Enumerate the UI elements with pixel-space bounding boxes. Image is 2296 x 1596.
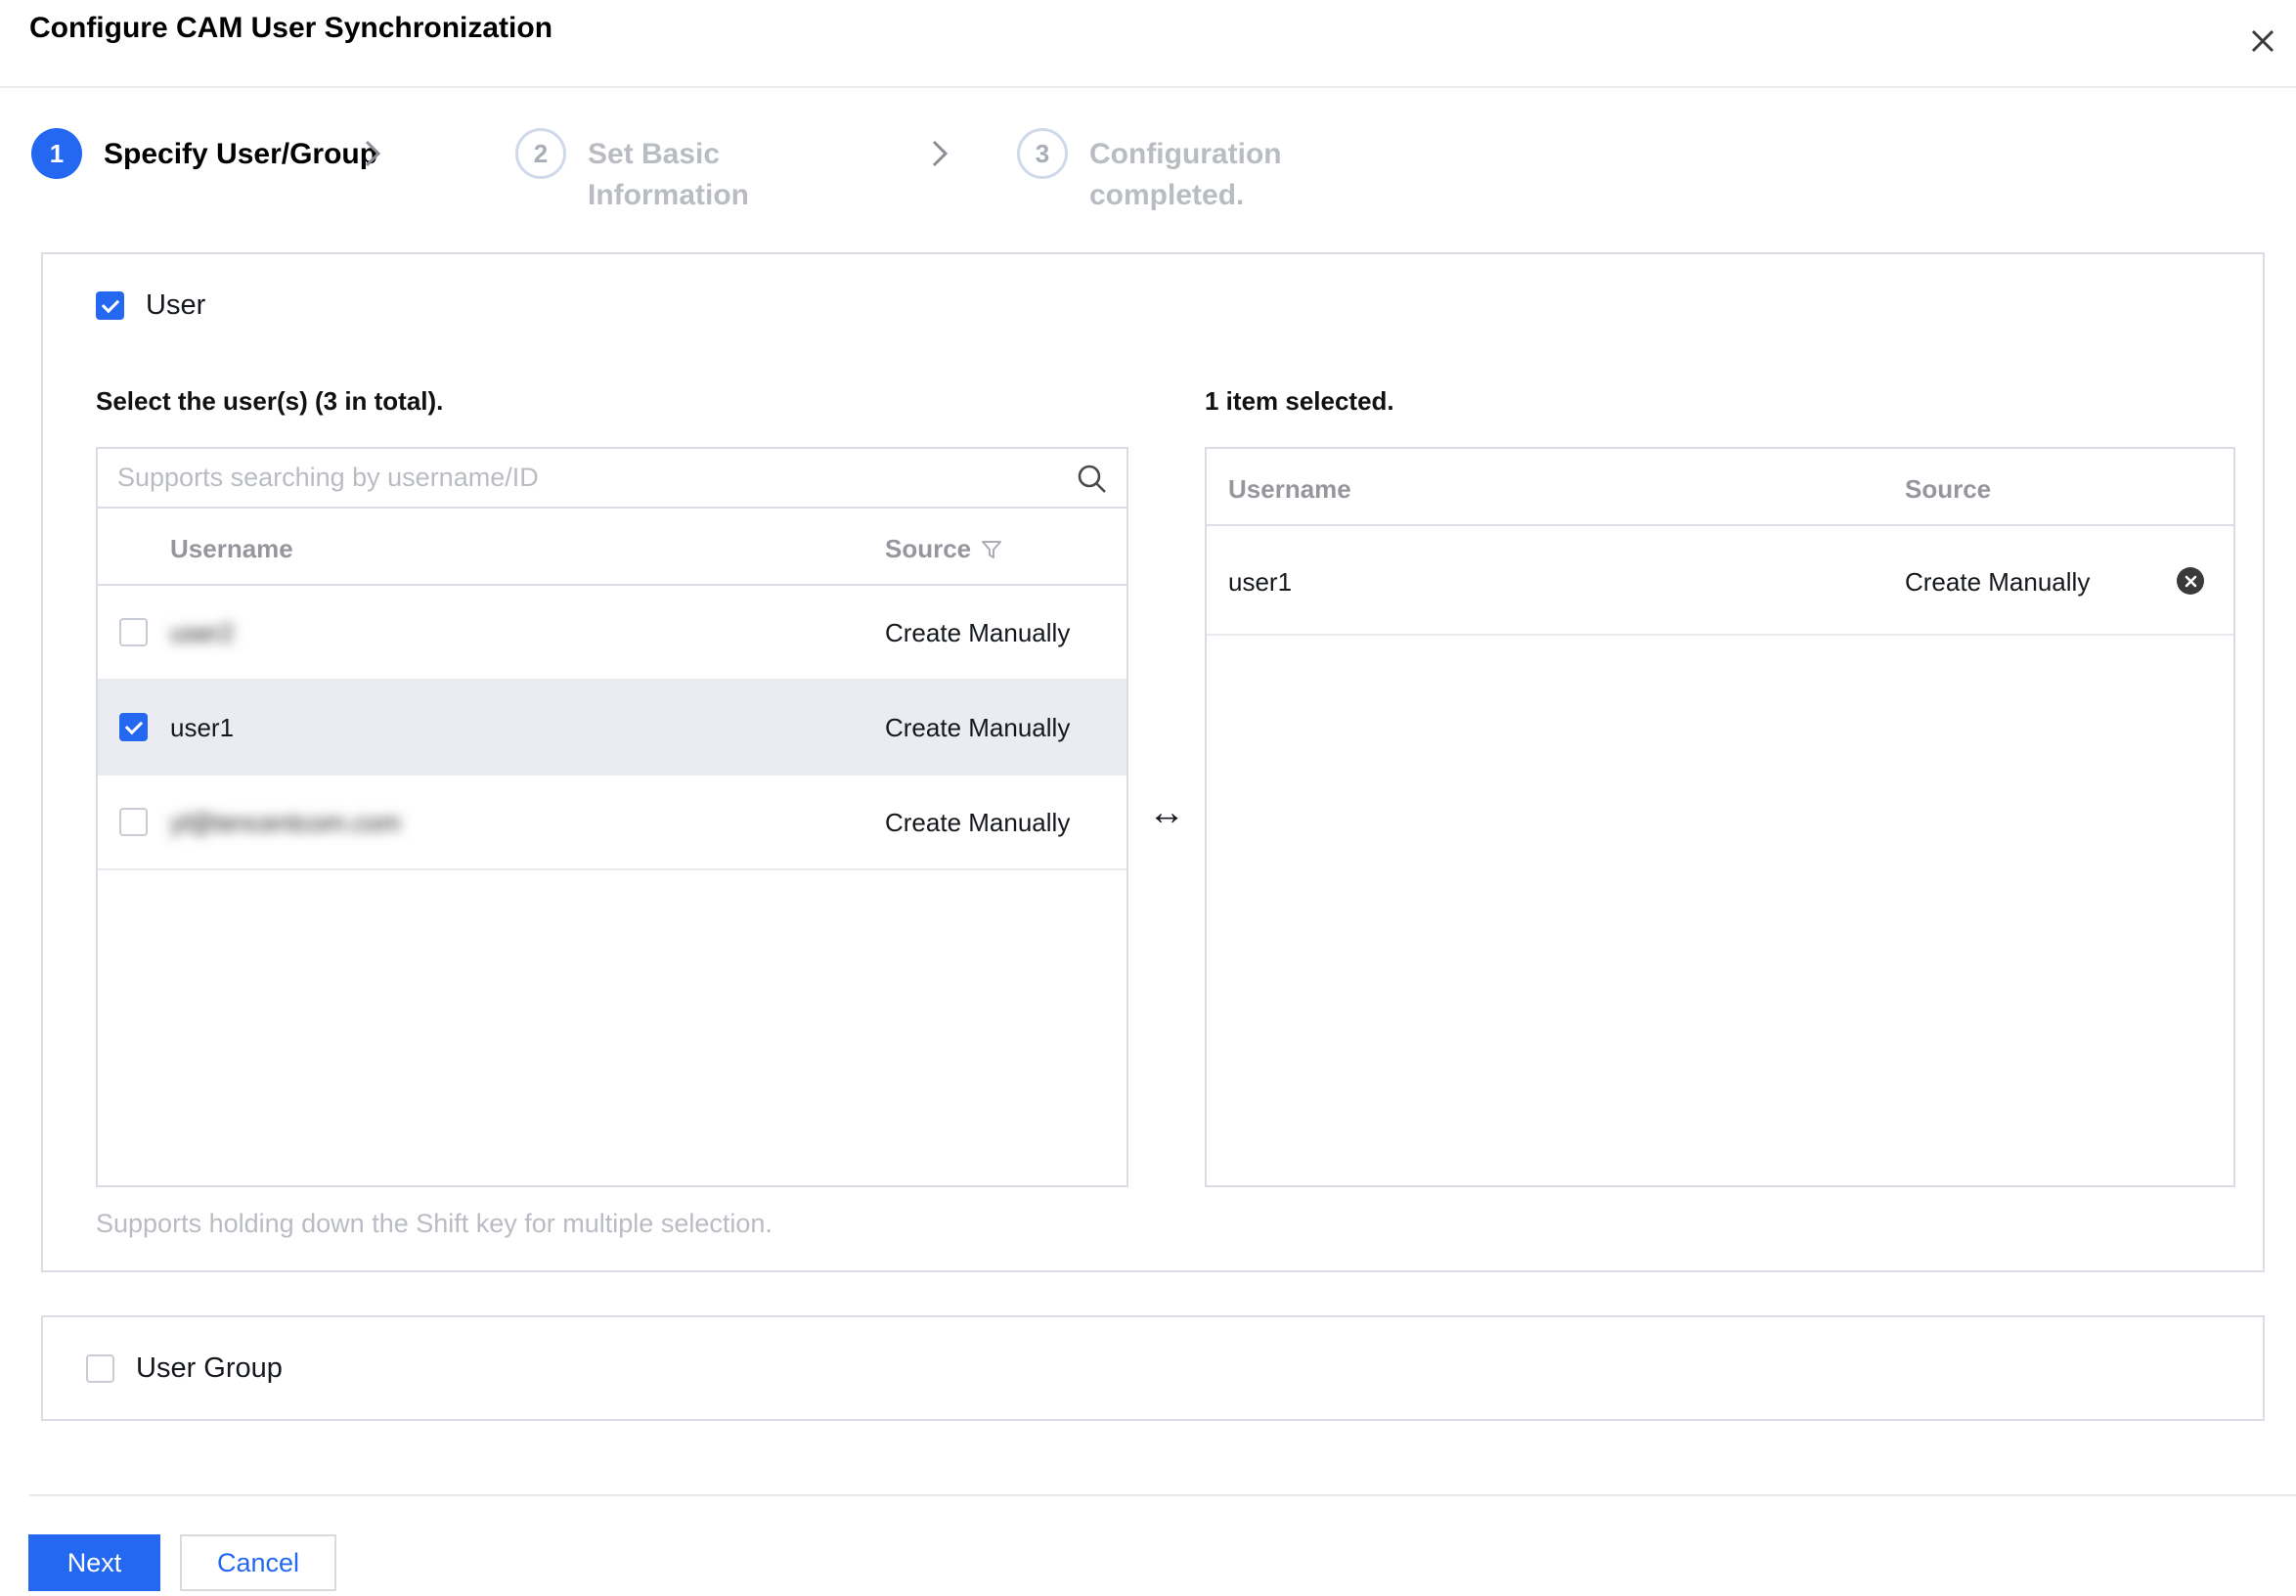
filter-icon[interactable] — [981, 540, 1002, 559]
table-row: user1 Create Manually — [1207, 526, 2233, 636]
selected-items-title: 1 item selected. — [1205, 386, 2235, 417]
row-checkbox[interactable] — [119, 713, 148, 741]
source-cell: Create Manually — [885, 808, 1070, 838]
available-users-list: Username Source user2 Create Manually — [96, 447, 1128, 1187]
source-cell: Create Manually — [885, 618, 1070, 648]
available-users-header: Username Source — [98, 509, 1126, 586]
user-group-section-panel: User Group — [41, 1315, 2265, 1421]
username-column-header: Username — [1228, 474, 1351, 505]
search-icon[interactable] — [1076, 463, 1109, 501]
step-1-number: 1 — [31, 128, 82, 179]
configure-cam-user-sync-modal: Configure CAM User Synchronization 1 Spe… — [0, 0, 2296, 1596]
search-input[interactable] — [98, 449, 1126, 507]
empty-list-area — [1207, 636, 2233, 1185]
username-cell: user1 — [1228, 567, 1292, 598]
step-1-specify-user-group: 1 Specify User/Group — [31, 128, 377, 179]
stepper: 1 Specify User/Group 2 Set Basic Informa… — [0, 88, 2296, 235]
modal-title: Configure CAM User Synchronization — [29, 12, 552, 45]
username-cell: yl@tencentcom.com — [170, 808, 401, 838]
step-chevron-icon — [364, 139, 381, 173]
selected-users-list: Username Source user1 Create Manually — [1205, 447, 2235, 1187]
row-checkbox[interactable] — [119, 618, 148, 646]
table-row[interactable]: user2 Create Manually — [98, 586, 1126, 681]
close-icon — [2250, 28, 2275, 54]
next-button[interactable]: Next — [28, 1534, 160, 1591]
step-3-configuration-completed: 3 Configuration completed. — [1017, 128, 1304, 216]
row-checkbox[interactable] — [119, 808, 148, 836]
source-cell: Create Manually — [885, 713, 1070, 743]
step-3-number: 3 — [1017, 128, 1068, 179]
modal-header: Configure CAM User Synchronization — [0, 0, 2296, 88]
remove-x-icon — [2185, 575, 2197, 588]
user-group-checkbox-label: User Group — [136, 1352, 283, 1385]
empty-list-area — [98, 870, 1126, 1185]
step-chevron-icon — [931, 139, 949, 173]
footer-actions: Next Cancel — [28, 1534, 2296, 1591]
source-column-header: Source — [885, 534, 971, 564]
step-3-label: Configuration completed. — [1089, 128, 1304, 216]
search-bar — [98, 449, 1126, 509]
step-2-set-basic-information: 2 Set Basic Information — [515, 128, 769, 216]
user-section-panel: User Select the user(s) (3 in total). — [41, 252, 2265, 1272]
step-1-label: Specify User/Group — [104, 128, 377, 175]
transfer-arrow-icon: ↔ — [1148, 792, 1185, 834]
close-button[interactable] — [2245, 23, 2280, 59]
step-2-label: Set Basic Information — [588, 128, 769, 216]
footer-divider — [29, 1494, 2296, 1496]
available-users-title: Select the user(s) (3 in total). — [96, 386, 1128, 417]
remove-selected-button[interactable] — [2177, 567, 2204, 595]
user-checkbox-label: User — [146, 289, 205, 322]
source-column-header: Source — [1905, 474, 1991, 505]
transfer-arrow-area: ↔ — [1128, 386, 1205, 1239]
user-group-checkbox[interactable] — [86, 1354, 114, 1383]
user-checkbox[interactable] — [96, 291, 124, 320]
username-cell: user1 — [170, 713, 234, 743]
table-row[interactable]: user1 Create Manually — [98, 681, 1126, 776]
username-cell: user2 — [170, 618, 234, 648]
cancel-button[interactable]: Cancel — [180, 1534, 336, 1591]
username-column-header: Username — [170, 534, 293, 564]
shift-selection-tip: Supports holding down the Shift key for … — [96, 1209, 1128, 1239]
step-2-number: 2 — [515, 128, 566, 179]
selected-users-header: Username Source — [1207, 449, 2233, 526]
table-row[interactable]: yl@tencentcom.com Create Manually — [98, 776, 1126, 870]
source-cell: Create Manually — [1905, 567, 2090, 598]
